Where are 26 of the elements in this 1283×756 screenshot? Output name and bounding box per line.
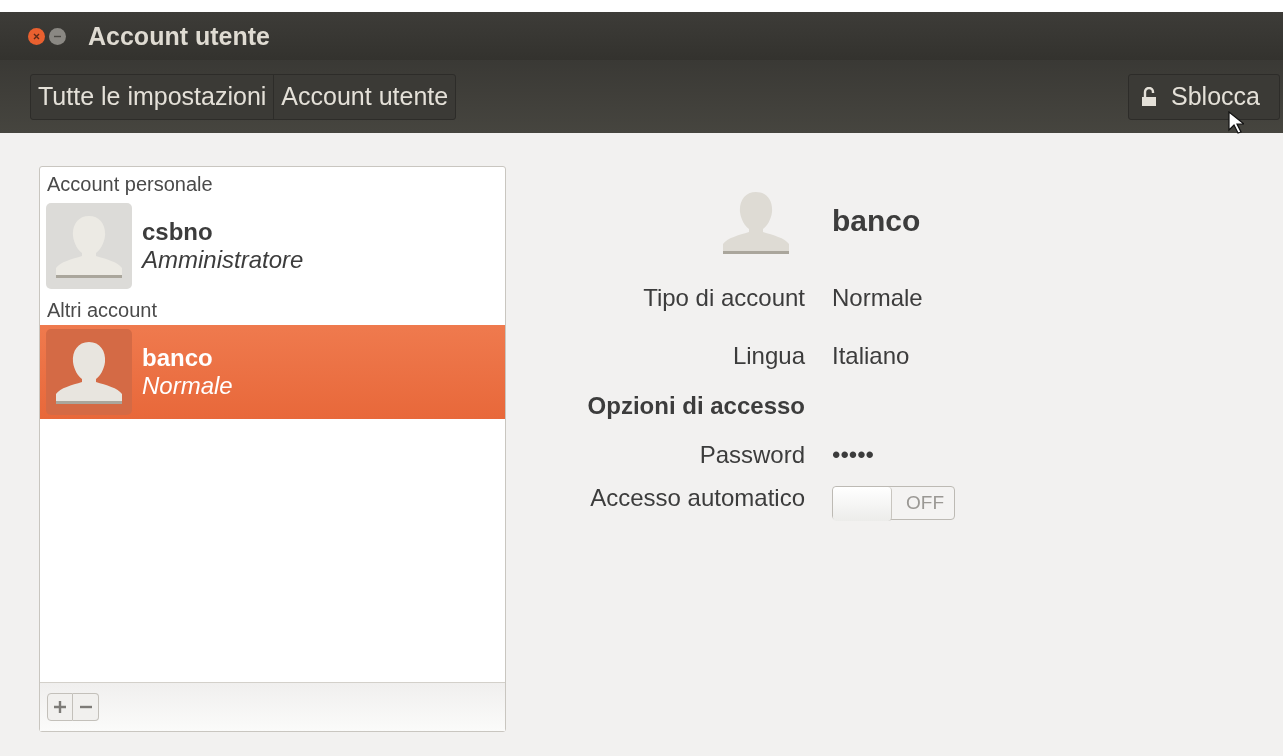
mouse-cursor-icon bbox=[1228, 111, 1244, 135]
window-title: Account utente bbox=[88, 21, 270, 51]
breadcrumb-button[interactable]: Tutte le impostazioni bbox=[31, 74, 274, 119]
field-label: Accesso automatico bbox=[590, 483, 805, 512]
section-heading: Opzioni di accesso bbox=[587, 391, 805, 420]
avatar-icon bbox=[54, 214, 124, 278]
account-item[interactable]: csbno Amministratore bbox=[40, 199, 505, 293]
field-value: Italiano bbox=[832, 342, 911, 370]
avatar-icon bbox=[721, 190, 791, 254]
field-value: Normale bbox=[832, 284, 924, 312]
field-label: Lingua bbox=[732, 341, 805, 370]
password-value: ••••• bbox=[832, 441, 875, 469]
minimize-icon[interactable] bbox=[49, 27, 66, 45]
add-button[interactable] bbox=[47, 693, 73, 721]
remove-button[interactable] bbox=[73, 693, 99, 721]
user-name: banco bbox=[832, 204, 922, 238]
close-icon[interactable] bbox=[28, 27, 45, 45]
unlock-button[interactable]: Sblocca bbox=[1128, 73, 1280, 120]
section-heading: Altri account bbox=[46, 298, 159, 323]
avatar-icon bbox=[54, 340, 124, 404]
plus-icon bbox=[53, 700, 67, 714]
field-label: Password bbox=[699, 440, 805, 469]
breadcrumb-button[interactable]: Account utente bbox=[273, 74, 456, 119]
padlock-icon bbox=[1141, 86, 1157, 107]
field-label: Tipo di account bbox=[643, 283, 805, 312]
section-heading: Account personale bbox=[46, 172, 214, 197]
